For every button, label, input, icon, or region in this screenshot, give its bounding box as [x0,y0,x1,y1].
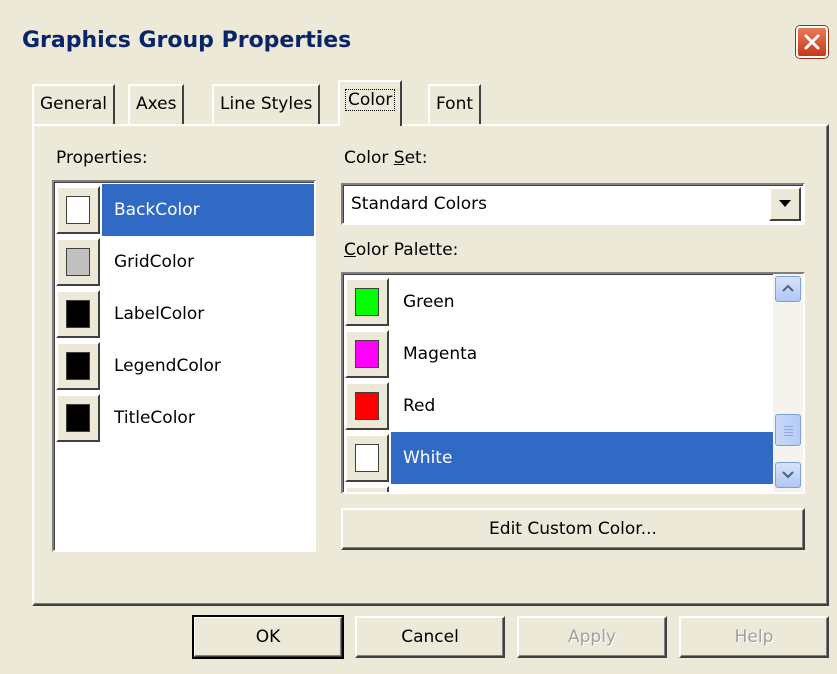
help-button[interactable]: Help [679,616,829,658]
color-swatch [66,352,90,380]
dropdown-button[interactable] [769,187,801,221]
property-item-label: GridColor [114,252,195,272]
color-palette-listbox[interactable]: Green Magenta Red White [341,272,805,494]
property-item-label: LabelColor [114,304,205,324]
color-swatch [355,444,379,472]
swatch-cell [345,434,389,482]
swatch-cell [56,394,100,442]
color-palette-label: Color Palette: [344,240,459,260]
chevron-down-icon [779,200,791,207]
color-swatch [66,404,90,432]
color-swatch [66,300,90,328]
swatch-cell [56,290,100,338]
close-button[interactable] [796,26,828,58]
property-item-legendcolor[interactable]: LegendColor [54,340,314,392]
color-set-label: Color Set: [344,148,428,168]
palette-item-red[interactable]: Red [343,380,775,432]
swatch-cell [56,238,100,286]
tab-color[interactable]: Color [338,80,403,126]
palette-item-label: Red [403,396,436,416]
chevron-down-icon [782,471,794,479]
color-swatch [355,288,379,316]
cancel-button[interactable]: Cancel [355,616,505,658]
tab-label: Font [436,94,474,114]
palette-item-magenta[interactable]: Magenta [343,328,775,380]
tab-label: General [40,94,107,114]
palette-item-partial [343,484,775,492]
ok-label: OK [255,627,281,647]
color-swatch [355,340,379,368]
color-swatch [355,392,379,420]
palette-item-white[interactable]: White [343,432,775,484]
property-item-label: LegendColor [114,356,221,376]
ok-button[interactable]: OK [192,615,344,659]
scroll-down-button[interactable] [775,462,801,488]
tab-label: Axes [136,94,177,114]
apply-button[interactable]: Apply [517,616,667,658]
cancel-label: Cancel [401,627,459,647]
property-item-label: TitleColor [114,408,195,428]
vertical-scrollbar[interactable] [773,274,803,492]
palette-item-label: Green [403,292,455,312]
grip-line [784,426,793,427]
property-item-label: BackColor [102,184,314,236]
tab-line-styles[interactable]: Line Styles [212,84,321,124]
properties-listbox[interactable]: BackColor GridColor LabelColor LegendCol… [52,180,316,552]
tab-label: Color [344,89,396,111]
property-item-titlecolor[interactable]: TitleColor [54,392,314,444]
color-set-dropdown[interactable]: Standard Colors [341,183,805,225]
swatch-cell [345,486,389,492]
tab-axes[interactable]: Axes [128,84,185,124]
swatch-cell [345,278,389,326]
title-bar: Graphics Group Properties [0,0,837,80]
grip-line [784,435,793,436]
swatch-cell [345,382,389,430]
palette-item-label: White [391,432,775,484]
edit-custom-color-label: Edit Custom Color... [489,519,657,539]
help-label: Help [734,627,774,647]
palette-item-label: Magenta [403,344,478,364]
property-item-labelcolor[interactable]: LabelColor [54,288,314,340]
tab-font[interactable]: Font [428,84,482,124]
scroll-thumb[interactable] [775,414,801,446]
palette-item-green[interactable]: Green [343,276,775,328]
swatch-cell [345,330,389,378]
property-item-gridcolor[interactable]: GridColor [54,236,314,288]
grip-line [784,432,793,433]
edit-custom-color-button[interactable]: Edit Custom Color... [341,508,805,550]
color-set-value: Standard Colors [351,194,487,214]
tab-label: Line Styles [220,94,313,114]
close-icon [804,34,820,50]
window-title: Graphics Group Properties [22,28,352,53]
properties-label: Properties: [56,148,148,168]
scroll-up-button[interactable] [775,276,801,302]
color-swatch [66,248,90,276]
property-item-backcolor[interactable]: BackColor [54,184,314,236]
color-swatch [66,196,90,224]
swatch-cell [56,342,100,390]
grip-line [784,429,793,430]
tab-general[interactable]: General [32,84,115,124]
apply-label: Apply [568,627,616,647]
chevron-up-icon [782,284,794,292]
swatch-cell [56,186,100,234]
